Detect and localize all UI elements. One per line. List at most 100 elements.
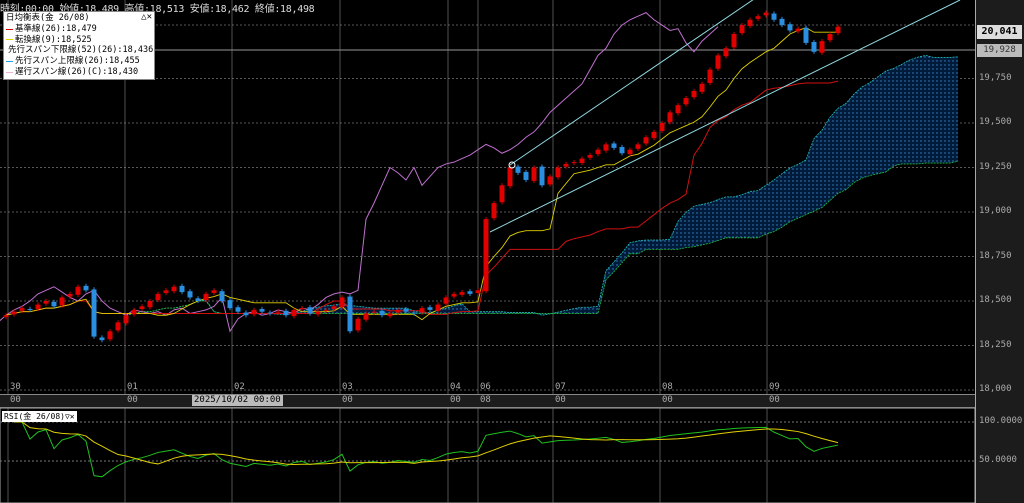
candle [475, 290, 481, 293]
time-day-label: 08 [662, 382, 673, 392]
time-hour-label: 00 [450, 395, 461, 405]
anchor-point [508, 161, 516, 169]
candle [371, 311, 377, 313]
candle [467, 291, 473, 294]
candle [331, 306, 337, 310]
time-day-label: 09 [769, 382, 780, 392]
candle [555, 167, 561, 178]
time-day-label: 02 [234, 382, 245, 392]
candle [747, 19, 753, 26]
candle [83, 285, 89, 291]
candle [515, 166, 521, 173]
candle [651, 131, 657, 139]
candle [779, 18, 785, 26]
time-day-label: 03 [342, 382, 353, 392]
candle [275, 311, 281, 313]
candle [307, 307, 313, 314]
rsi-tick: 50.0000 [979, 455, 1017, 465]
legend-label: 先行スパン上限線(26):18,455 [15, 56, 140, 67]
candle [155, 293, 161, 301]
legend-label: 先行スパン下限線(52)(26):18,436 [8, 45, 154, 56]
candle [195, 298, 201, 301]
candle [283, 310, 289, 316]
price-tick: 18,500 [979, 295, 1012, 305]
candle [523, 171, 529, 180]
candle [795, 28, 801, 32]
price-tick: 19,250 [979, 161, 1012, 172]
candle [427, 307, 433, 310]
candle [35, 304, 41, 310]
candle [187, 291, 193, 298]
candle [771, 13, 777, 20]
candle [595, 149, 601, 155]
candle [227, 300, 233, 309]
candle [131, 309, 137, 315]
candle [203, 293, 209, 301]
time-hour-label: 00 [662, 395, 673, 405]
legend-swatch [6, 71, 13, 73]
candle [459, 292, 465, 295]
candle [491, 203, 497, 219]
candle [699, 83, 705, 92]
candle [387, 313, 393, 317]
candle [811, 42, 817, 52]
candle [819, 41, 825, 53]
legend-title: 日均衡表(金 26/08) [6, 13, 90, 23]
time-day-label: 30 [10, 382, 21, 392]
candle [667, 112, 673, 123]
candle [403, 309, 409, 312]
candle [827, 34, 833, 41]
candle [123, 315, 129, 324]
ichimoku-legend: 日均衡表(金 26/08) △✕ 基準線(26):18,479 転換線(9):18… [3, 11, 155, 80]
candle [643, 137, 649, 144]
candle [635, 144, 641, 149]
legend-swatch [6, 61, 13, 63]
candle [243, 312, 249, 316]
candle [259, 309, 265, 312]
candle [11, 311, 17, 315]
candle [435, 304, 441, 311]
price-tick: 19,000 [979, 206, 1012, 216]
candle [723, 48, 729, 57]
time-day-label: 07 [555, 382, 566, 392]
legend-label: 遅行スパン線(26)(C):18,430 [15, 66, 139, 77]
candle [379, 310, 385, 316]
candle [739, 25, 745, 34]
candle [323, 309, 329, 311]
current-price-label: 20,041 [977, 25, 1022, 39]
candle [603, 144, 609, 151]
trendline-upper [509, 0, 754, 166]
time-hour-label: 00 [127, 395, 138, 405]
candle [339, 297, 345, 308]
candle [803, 27, 809, 43]
candle [179, 285, 185, 293]
candle [67, 293, 73, 297]
price-tick: 18,750 [979, 250, 1012, 261]
candle [531, 167, 537, 181]
candle [219, 291, 225, 301]
rsi-label[interactable]: RSI(金 26/08)▽✕ [2, 411, 77, 422]
candle [659, 123, 665, 132]
candle [315, 311, 321, 315]
candle [75, 286, 81, 295]
legend-label: 基準線(26):18,479 [15, 23, 97, 34]
candle [675, 105, 681, 114]
candle [731, 34, 737, 48]
marker-price-label: 19,928 [977, 44, 1022, 57]
candle [91, 289, 97, 337]
candle [507, 167, 513, 187]
candle [299, 308, 305, 310]
price-tick: 18,000 [979, 384, 1012, 394]
candle [547, 176, 553, 185]
kijun-line [5, 80, 839, 316]
candle [19, 308, 25, 311]
time-hour-label: 00 [555, 395, 566, 405]
candle [251, 309, 257, 315]
candle [835, 26, 841, 34]
candle [619, 147, 625, 154]
candle [27, 309, 33, 311]
candle [411, 312, 417, 314]
candle [43, 301, 49, 304]
candle [499, 185, 505, 203]
legend-controls[interactable]: △✕ [141, 12, 152, 23]
